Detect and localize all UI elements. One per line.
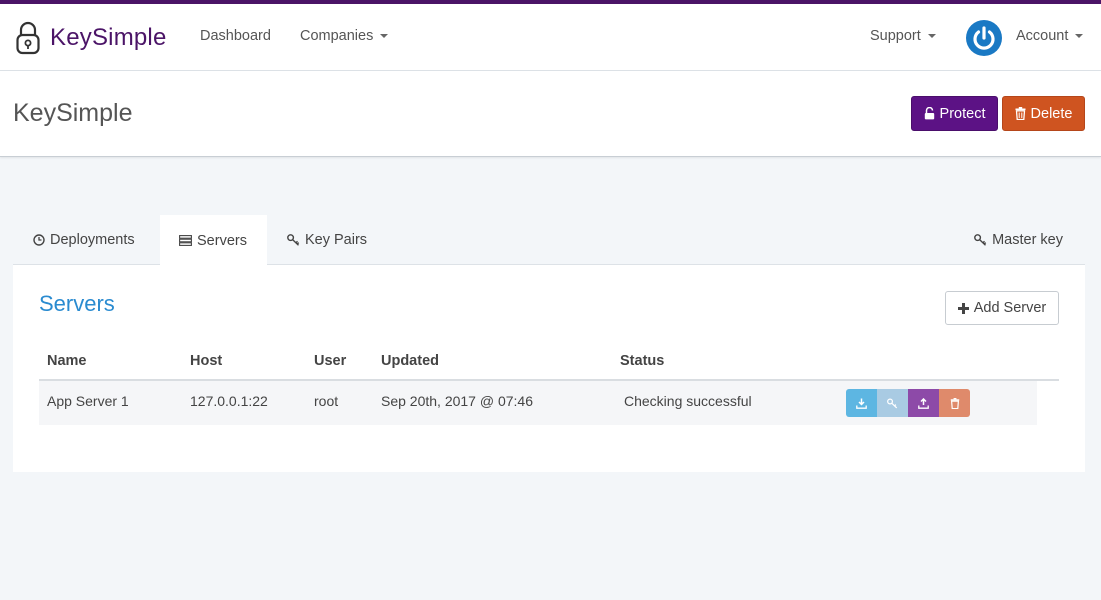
server-name: App Server 1 <box>47 393 129 409</box>
tab-deployments-label: Deployments <box>50 232 135 248</box>
nav-support-label: Support <box>870 28 921 44</box>
tab-bar: Deployments Servers Key Pairs Master key <box>13 215 1085 266</box>
clock-icon <box>33 234 45 246</box>
tab-key-pairs[interactable]: Key Pairs <box>267 215 387 265</box>
upload-button[interactable] <box>908 389 939 417</box>
page-header: KeySimple Protect Delete <box>0 71 1101 157</box>
server-stack-icon <box>179 235 192 246</box>
brand-name: KeySimple <box>50 24 167 51</box>
servers-panel: Servers Add Server Name Host User Update… <box>13 265 1085 472</box>
tab-key-pairs-label: Key Pairs <box>305 232 368 248</box>
column-header-user: User <box>314 353 347 369</box>
nav-companies[interactable]: Companies <box>300 28 389 44</box>
table-header: Name Host User Updated Status <box>39 349 1059 381</box>
nav-account[interactable]: Account <box>1016 28 1084 44</box>
delete-button[interactable]: Delete <box>1002 96 1085 131</box>
column-header-status: Status <box>620 353 665 369</box>
section-title: Servers <box>39 291 115 316</box>
tab-master-key[interactable]: Master key <box>974 215 1085 265</box>
tab-master-key-label: Master key <box>992 232 1063 248</box>
row-actions <box>846 389 970 417</box>
page-title: KeySimple <box>13 99 133 127</box>
key-button[interactable] <box>877 389 908 417</box>
download-button[interactable] <box>846 389 877 417</box>
delete-button-label: Delete <box>1030 105 1073 122</box>
trash-icon <box>950 397 959 409</box>
nav-account-label: Account <box>1016 28 1069 44</box>
tab-servers[interactable]: Servers <box>160 215 267 266</box>
avatar[interactable] <box>966 20 1002 56</box>
add-server-label: Add Server <box>973 300 1047 316</box>
padlock-logo-icon <box>16 21 40 55</box>
column-header-host: Host <box>190 353 223 369</box>
navbar: KeySimple Dashboard Companies Support Ac… <box>0 4 1101 71</box>
server-host: 127.0.0.1:22 <box>190 393 268 409</box>
server-updated: Sep 20th, 2017 @ 07:46 <box>381 393 533 409</box>
plus-icon <box>957 302 969 314</box>
nav-support[interactable]: Support <box>870 28 936 44</box>
key-icon <box>974 234 987 246</box>
download-icon <box>856 398 867 409</box>
power-icon <box>973 26 995 50</box>
protect-button-label: Protect <box>939 105 986 122</box>
unlock-icon <box>924 107 934 120</box>
add-server-button[interactable]: Add Server <box>945 291 1059 325</box>
protect-button[interactable]: Protect <box>911 96 998 131</box>
table-row: App Server 1 127.0.0.1:22 root Sep 20th,… <box>39 381 1037 425</box>
delete-server-button[interactable] <box>939 389 970 417</box>
tab-servers-label: Servers <box>197 232 247 249</box>
server-status: Checking successful <box>624 393 752 409</box>
nav-dashboard[interactable]: Dashboard <box>200 28 271 44</box>
key-icon <box>287 234 300 246</box>
column-header-name: Name <box>47 353 87 369</box>
tab-deployments[interactable]: Deployments <box>13 215 155 265</box>
caret-down-icon <box>1075 34 1084 38</box>
key-icon <box>887 397 898 408</box>
caret-down-icon <box>380 34 389 38</box>
column-header-updated: Updated <box>381 353 439 369</box>
server-user: root <box>314 393 339 409</box>
brand[interactable]: KeySimple <box>16 21 167 55</box>
nav-companies-label: Companies <box>300 28 374 44</box>
caret-down-icon <box>927 34 936 38</box>
trash-icon <box>1015 107 1026 120</box>
upload-icon <box>918 397 929 409</box>
